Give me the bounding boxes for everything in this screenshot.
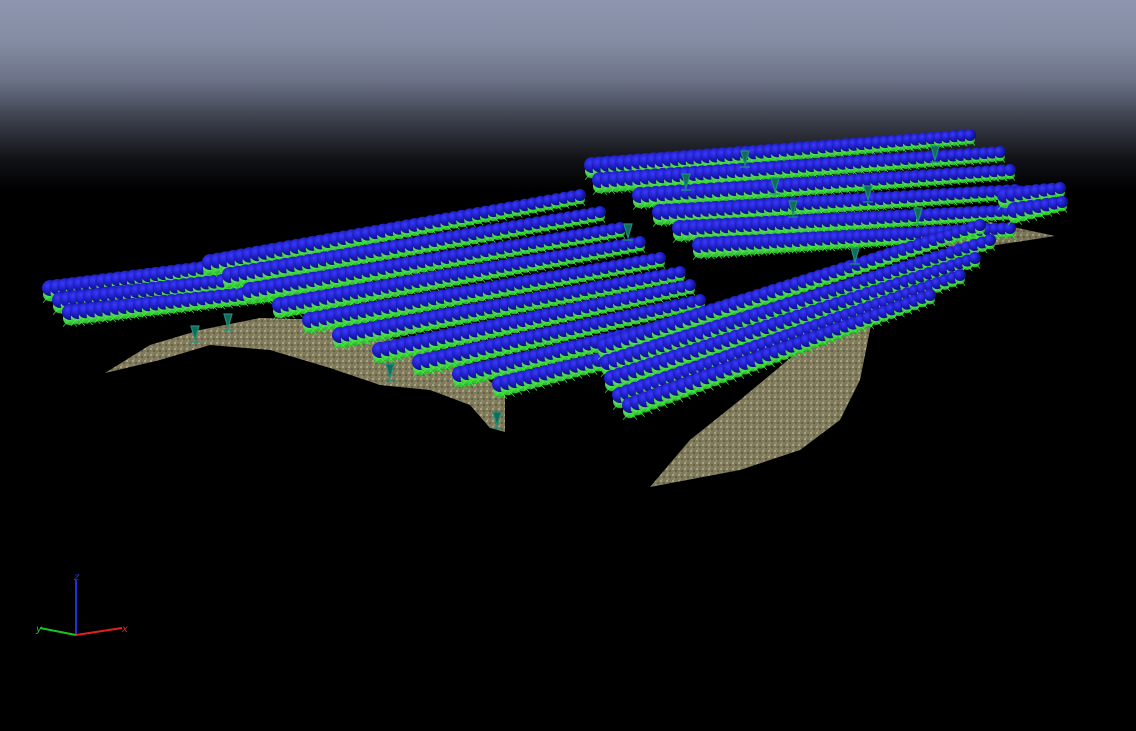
axis-orientation-gizmo: z x y — [35, 572, 128, 636]
camera-sphere — [684, 279, 696, 291]
camera-sphere — [969, 252, 981, 264]
camera-sphere — [674, 266, 686, 278]
camera-sphere — [654, 252, 666, 264]
point-cloud-scene[interactable] — [0, 0, 1136, 731]
y-axis-line — [39, 627, 77, 636]
camera-sphere — [594, 206, 606, 218]
camera-sphere — [1004, 222, 1016, 234]
camera-sphere — [1004, 164, 1016, 176]
y-axis-label: y — [35, 624, 43, 635]
x-axis-label: x — [121, 624, 128, 635]
camera-sphere — [694, 294, 706, 306]
z-axis-label: z — [73, 572, 80, 583]
camera-sphere — [1056, 196, 1068, 208]
3d-viewport[interactable]: z x y — [0, 0, 1136, 731]
camera-sphere — [634, 236, 646, 248]
camera-sphere — [974, 219, 986, 231]
camera-sphere — [964, 129, 976, 141]
camera-sphere — [574, 189, 586, 201]
camera-sphere — [954, 269, 966, 281]
camera-positions — [42, 129, 1068, 420]
x-axis-line — [75, 627, 123, 636]
camera-sphere — [924, 289, 936, 301]
camera-sphere — [1054, 182, 1066, 194]
camera-sphere — [984, 234, 996, 246]
camera-sphere — [994, 146, 1006, 158]
